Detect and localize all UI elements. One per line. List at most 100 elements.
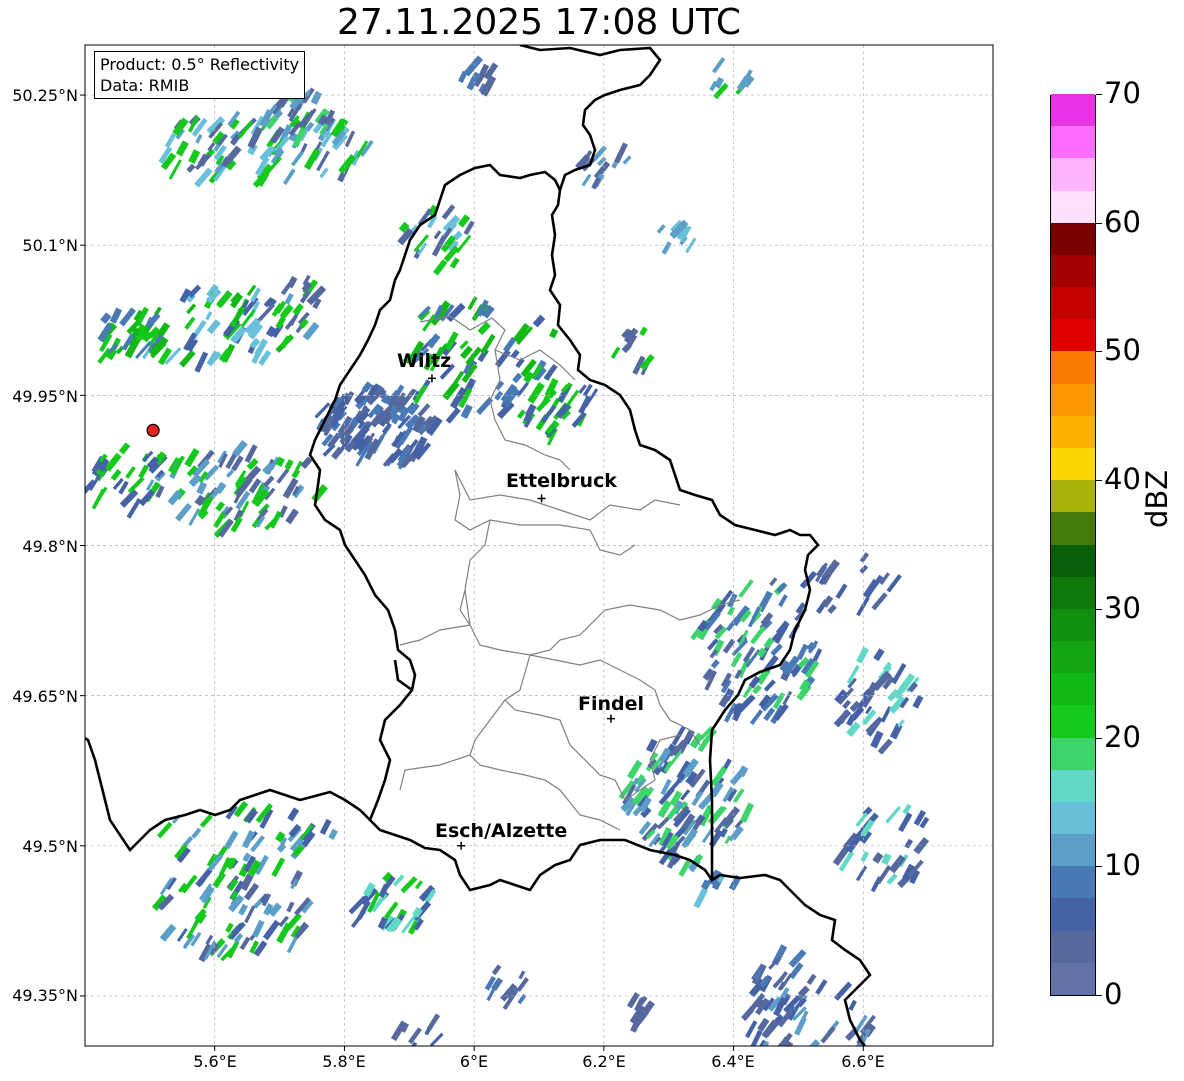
echo-cell [271, 857, 286, 877]
echo-cell [224, 830, 239, 850]
lat-tick-label: 49.65°N [12, 687, 78, 706]
echo-cell [311, 483, 328, 503]
echo-cell [491, 964, 502, 976]
lon-tick-label: 6°E [459, 1052, 489, 1071]
echo-cell [93, 486, 108, 507]
echo-cell [291, 468, 301, 479]
echo-cell [429, 1032, 444, 1046]
echo-cell [532, 314, 546, 328]
echo-cell [196, 481, 208, 495]
echo-cell [186, 163, 196, 173]
lat-tick-label: 49.8°N [22, 537, 78, 556]
echo-cell [750, 625, 767, 645]
map-title: 27.11.2025 17:08 UTC [336, 2, 742, 43]
echo-cell [806, 973, 817, 986]
city-marker [457, 841, 466, 850]
echo-cell [206, 319, 221, 335]
colorbar-segment [1051, 962, 1095, 995]
lon-tick-label: 6.6°E [841, 1052, 885, 1071]
colorbar-segment [1051, 383, 1095, 416]
colorbar-tick-mark [1096, 94, 1102, 95]
echo-cell [408, 1041, 418, 1046]
echo-cell [85, 479, 96, 498]
colorbar-segment [1051, 93, 1095, 127]
echo-cell [516, 409, 526, 419]
echo-cell [610, 346, 621, 359]
echo-cell [877, 738, 893, 755]
echo-cell [238, 903, 248, 916]
echo-cell [549, 328, 559, 339]
echo-cell [184, 316, 196, 330]
city-marker [606, 714, 615, 723]
echo-cell [740, 802, 755, 823]
echo-cell [276, 842, 287, 853]
colorbar-segment [1051, 157, 1095, 191]
echo-cell [512, 372, 523, 384]
echo-cell [176, 928, 188, 942]
colorbar-segment [1051, 865, 1095, 899]
echo-cell [319, 167, 329, 179]
echo-cell [188, 508, 201, 526]
echo-cell [449, 257, 460, 269]
echo-cell [738, 579, 754, 599]
echo-cell [646, 738, 658, 753]
echo-cell [467, 296, 478, 311]
colorbar-tick-mark [1096, 866, 1102, 868]
echo-cell [898, 812, 913, 833]
echo-cell [912, 695, 924, 709]
echo-cell [769, 577, 778, 587]
colorbar-segment [1051, 576, 1095, 609]
echo-cell [622, 155, 632, 165]
lat-tick-label: 50.25°N [12, 86, 78, 105]
echo-cell [292, 303, 304, 316]
echo-cell [904, 838, 914, 849]
echo-cell [285, 508, 299, 525]
echo-cell [778, 594, 788, 607]
colorbar-segment [1051, 447, 1095, 481]
colorbar-tick-mark [1096, 222, 1102, 224]
echo-cell [517, 993, 527, 1005]
echo-cell [827, 604, 837, 614]
colorbar-tick-mark [1096, 480, 1102, 482]
echo-cell [118, 442, 131, 455]
radar-map [80, 44, 994, 1061]
echo-cell [188, 149, 201, 165]
echo-cell [404, 1049, 416, 1061]
colorbar-segment [1051, 737, 1095, 770]
echo-cell [856, 596, 870, 617]
colorbar-tick-label: 50 [1104, 333, 1141, 368]
echo-cell [527, 381, 545, 404]
echo-cell [328, 828, 338, 840]
colorbar-segment [1051, 672, 1095, 706]
colorbar-segment [1051, 640, 1095, 674]
city-label-findel: Findel [578, 693, 645, 715]
data-source-label: Data: RMIB [100, 76, 190, 95]
echo-cell [871, 592, 888, 611]
echo-cell [885, 805, 902, 824]
lon-tick-label: 6.4°E [711, 1052, 755, 1071]
echo-cell [184, 448, 200, 468]
echo-cell [425, 1046, 432, 1056]
echo-cell [290, 870, 303, 887]
echo-cell [639, 326, 648, 337]
echo-cell [419, 1046, 430, 1058]
echo-cell [138, 489, 155, 507]
echo-cell [408, 1027, 422, 1045]
echo-cell [417, 403, 431, 418]
echo-cell [275, 316, 287, 330]
echo-cell [749, 1029, 763, 1046]
colorbar [1050, 93, 1096, 996]
colorbar-tick-mark [1096, 608, 1102, 610]
echo-cell [661, 241, 672, 255]
echo-cell [392, 874, 405, 887]
echo-cell [782, 690, 793, 706]
colorbar-tick-label: 20 [1104, 719, 1141, 754]
echo-cell [252, 919, 265, 938]
colorbar-tick-label: 10 [1104, 848, 1141, 883]
echo-cell [100, 312, 112, 325]
colorbar-segment [1051, 286, 1095, 320]
colorbar-tick-label: 40 [1104, 462, 1141, 497]
echo-cell [175, 503, 192, 522]
colorbar-segment [1051, 897, 1095, 931]
echo-cell [855, 865, 868, 882]
